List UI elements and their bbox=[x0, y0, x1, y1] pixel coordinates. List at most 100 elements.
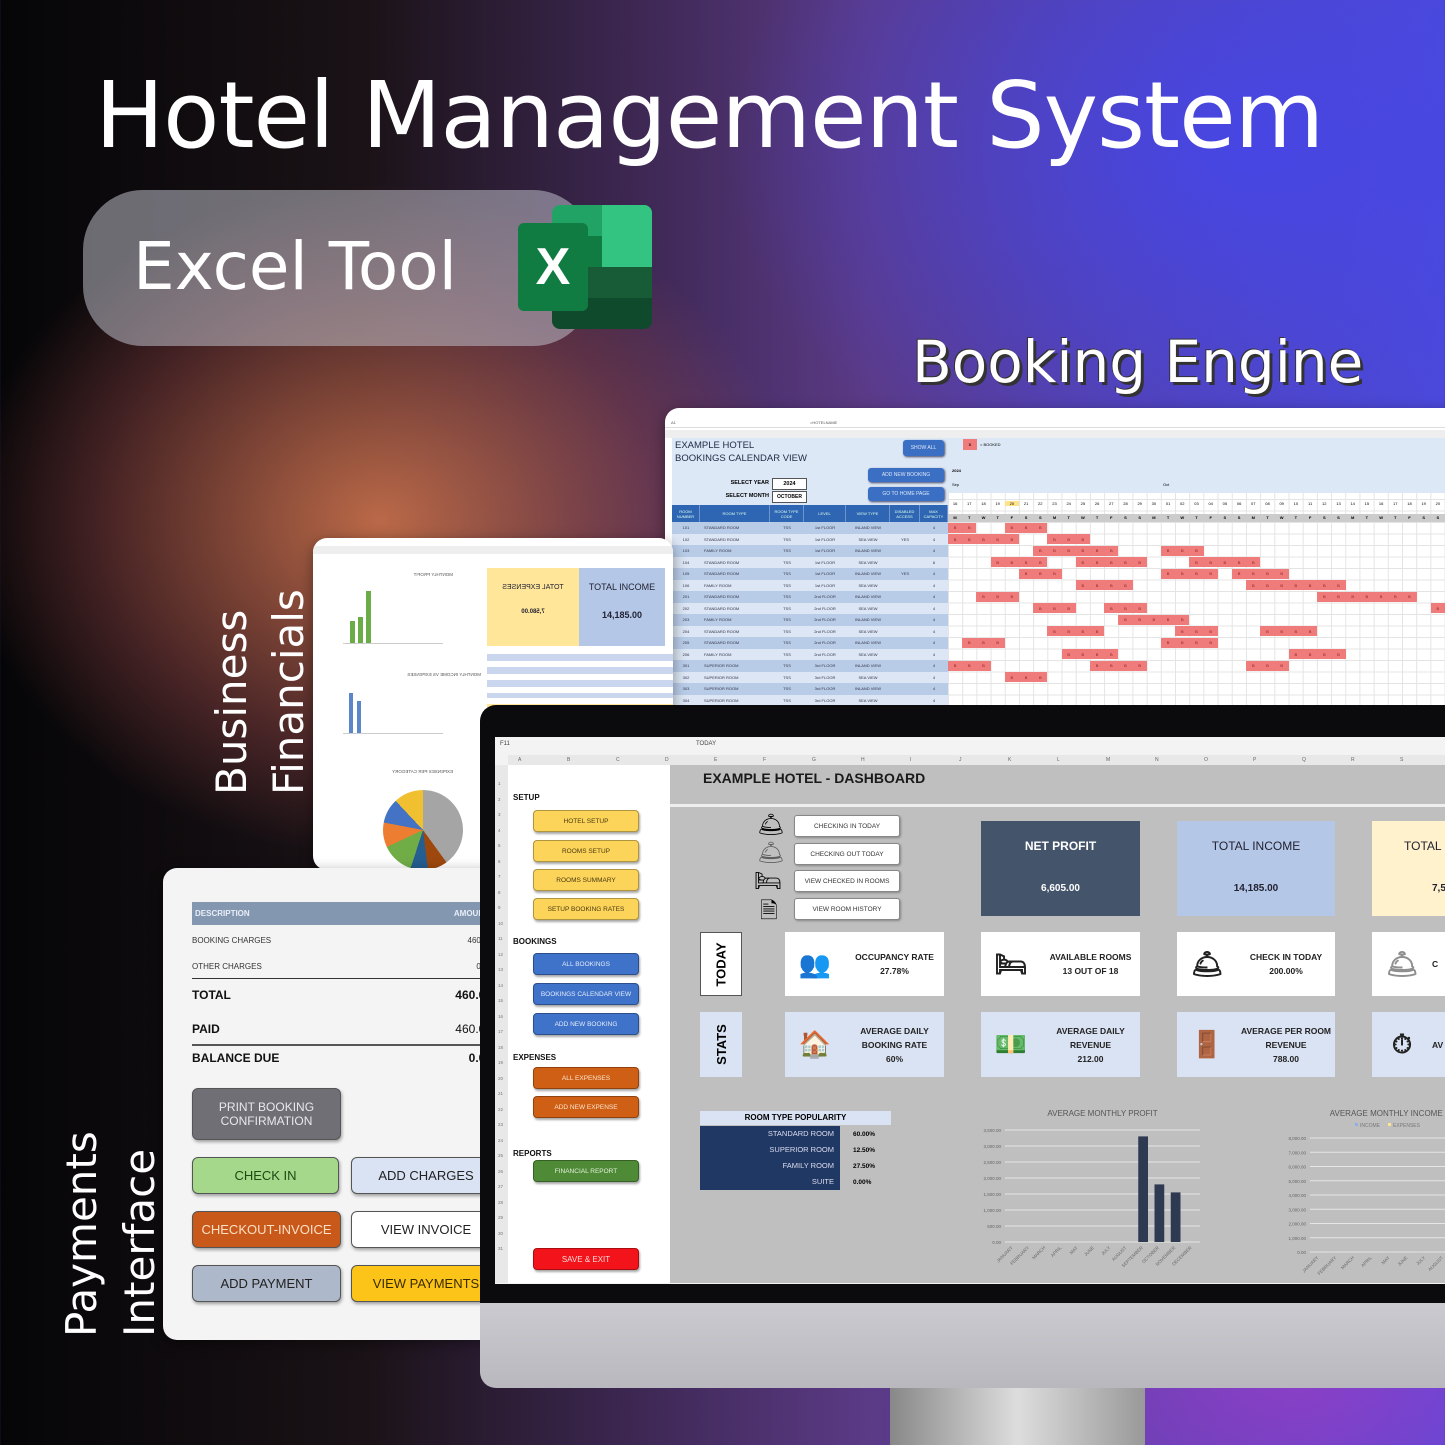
weekday-label: W bbox=[1075, 514, 1090, 522]
weekday-label: S bbox=[1019, 514, 1034, 522]
name-box[interactable]: F11 bbox=[500, 741, 510, 747]
room-no: 301 bbox=[682, 663, 690, 669]
fin-total-income-label: TOTAL INCOME bbox=[588, 582, 656, 592]
booked-cell: B bbox=[1004, 534, 1019, 544]
x-tick-label: MARCH bbox=[1031, 1245, 1046, 1260]
booked-cell: B bbox=[948, 534, 963, 544]
booked-cell: B bbox=[1118, 580, 1133, 590]
booking-calendar-panel: A1 =HOTELNAME EXAMPLE HOTEL BOOKINGS CAL… bbox=[665, 408, 1445, 710]
room-type: STANDARD ROOM bbox=[700, 1126, 840, 1142]
booked-cell: B bbox=[1359, 591, 1374, 602]
name-box[interactable]: A1 bbox=[671, 420, 676, 425]
booked-cell: B bbox=[1217, 557, 1232, 567]
checking-out-today-button[interactable]: CHECKING OUT TODAY bbox=[794, 843, 900, 865]
checking-in-today-button[interactable]: CHECKING IN TODAY bbox=[794, 815, 900, 837]
weekday-label: W bbox=[1374, 514, 1389, 522]
room-cap: 4 bbox=[932, 663, 936, 669]
check-in-today-card: 🛎 CHECK IN TODAY 200.00% bbox=[1177, 932, 1335, 996]
room-type: STANDARD ROOM bbox=[704, 559, 740, 565]
calendar-room-row: 301 SUPERIOR ROOM TSS 3rd FLOOR INLAND VIEW 4 bbox=[672, 660, 948, 672]
day-number: 11 bbox=[1308, 501, 1313, 506]
go-to-home-page-button[interactable]: GO TO HOME PAGE bbox=[868, 487, 944, 501]
room-code: TSS bbox=[783, 663, 791, 669]
booked-cell: B bbox=[1146, 614, 1161, 625]
booked-cell: B bbox=[1118, 614, 1133, 625]
room-no: 204 bbox=[682, 628, 690, 634]
y-tick-label: 1,500.00 bbox=[983, 1192, 1001, 1197]
check-in-button[interactable]: CHECK IN bbox=[192, 1157, 339, 1194]
add-new-expense-button[interactable]: ADD NEW EXPENSE bbox=[533, 1096, 639, 1118]
all-expenses-button[interactable]: ALL EXPENSES bbox=[533, 1067, 639, 1089]
rooms-summary-button[interactable]: ROOMS SUMMARY bbox=[533, 869, 639, 891]
checkout-invoice-button[interactable]: CHECKOUT-INVOICE bbox=[192, 1211, 341, 1248]
column-letter: P bbox=[1253, 757, 1257, 763]
add-new-booking-button[interactable]: ADD NEW BOOKING bbox=[533, 1013, 639, 1035]
add-charges-button[interactable]: ADD CHARGES bbox=[351, 1157, 501, 1194]
calendar-room-row: 302 SUPERIOR ROOM TSS 3rd FLOOR SEA VIEW 4 bbox=[672, 671, 948, 683]
show-all-button[interactable]: SHOW ALL bbox=[903, 440, 944, 456]
stats-label: STATS bbox=[700, 1012, 742, 1077]
hotel-setup-button[interactable]: HOTEL SETUP bbox=[533, 810, 639, 832]
formula-bar[interactable]: =HOTELNAME bbox=[810, 420, 837, 425]
room-code: TSS bbox=[783, 594, 791, 600]
room-cap: 4 bbox=[932, 525, 936, 531]
booked-cell: B bbox=[1047, 545, 1062, 556]
room-view: INLAND VIEW bbox=[854, 525, 881, 531]
room-cap: 4 bbox=[932, 594, 936, 600]
row-number: 6 bbox=[498, 858, 501, 864]
calendar-room-row: 102 STANDARD ROOM TSS 1st FLOOR SEA VIEW YES 4 bbox=[672, 533, 948, 545]
print-booking-confirmation-button[interactable]: PRINT BOOKING CONFIRMATION bbox=[192, 1088, 341, 1140]
room-cap: 4 bbox=[932, 617, 936, 623]
fin-monthly-profit-title: MONTHLY PROFIT bbox=[413, 572, 453, 577]
bookings-calendar-view-button[interactable]: BOOKINGS CALENDAR VIEW bbox=[533, 983, 639, 1005]
weekday-label: W bbox=[1175, 514, 1190, 522]
room-view: SEA VIEW bbox=[858, 651, 878, 657]
booked-cell: B bbox=[976, 660, 991, 671]
booked-cell: B bbox=[1274, 568, 1289, 579]
room-no: 104 bbox=[682, 559, 690, 565]
view-checked-in-rooms-button[interactable]: VIEW CHECKED IN ROOMS bbox=[794, 870, 900, 892]
rooms-setup-button[interactable]: ROOMS SETUP bbox=[533, 840, 639, 862]
booked-cell: B bbox=[1033, 522, 1048, 533]
booked-cell: B bbox=[1402, 591, 1417, 602]
view-payments-button[interactable]: VIEW PAYMENTS bbox=[351, 1265, 501, 1302]
payments-label: Payments bbox=[57, 1131, 106, 1337]
booked-cell: B bbox=[1331, 591, 1346, 602]
formula-bar[interactable]: TODAY bbox=[696, 741, 716, 747]
select-year-label: SELECT YEAR bbox=[730, 480, 769, 486]
room-access bbox=[890, 614, 920, 626]
room-cap: 4 bbox=[932, 674, 936, 680]
room-type: STANDARD ROOM bbox=[704, 571, 740, 577]
view-invoice-button[interactable]: VIEW INVOICE bbox=[351, 1211, 501, 1248]
booked-cell: B bbox=[1260, 568, 1275, 579]
weekday-label: M bbox=[948, 514, 963, 522]
day-number: 07 bbox=[1251, 501, 1256, 506]
select-year-input[interactable]: 2024 bbox=[772, 478, 807, 490]
day-number: 16 bbox=[952, 501, 958, 506]
row-number: 4 bbox=[498, 827, 501, 833]
room-access bbox=[890, 557, 920, 569]
add-payment-button[interactable]: ADD PAYMENT bbox=[192, 1265, 341, 1302]
row-number: 21 bbox=[498, 1091, 504, 1096]
row-number: 5 bbox=[498, 843, 501, 848]
room-level: 2nd FLOOR bbox=[814, 594, 836, 600]
add-new-booking-button[interactable]: ADD NEW BOOKING bbox=[868, 468, 944, 482]
row-number: 9 bbox=[498, 905, 501, 910]
view-room-history-button[interactable]: VIEW ROOM HISTORY bbox=[794, 898, 900, 920]
financial-report-button[interactable]: FINANCIAL REPORT bbox=[533, 1160, 639, 1182]
room-view: INLAND VIEW bbox=[854, 640, 881, 646]
all-bookings-button[interactable]: ALL BOOKINGS bbox=[533, 953, 639, 975]
room-access bbox=[890, 522, 920, 534]
room-level: 2nd FLOOR bbox=[814, 605, 836, 611]
setup-booking-rates-button[interactable]: SETUP BOOKING RATES bbox=[533, 898, 639, 920]
room-type: FAMILY ROOM bbox=[704, 651, 732, 657]
booked-cell: B bbox=[1175, 614, 1190, 625]
select-month-input[interactable]: OCTOBER bbox=[772, 491, 807, 503]
monitor-stand bbox=[890, 1385, 1145, 1445]
document-icon: 🗎 bbox=[760, 898, 778, 923]
booked-cell: B bbox=[1019, 522, 1034, 533]
booked-cell: B bbox=[1232, 557, 1247, 567]
save-exit-button[interactable]: SAVE & EXIT bbox=[533, 1248, 639, 1270]
room-type: STANDARD ROOM bbox=[704, 594, 740, 600]
weekday-label: S bbox=[1033, 514, 1048, 522]
